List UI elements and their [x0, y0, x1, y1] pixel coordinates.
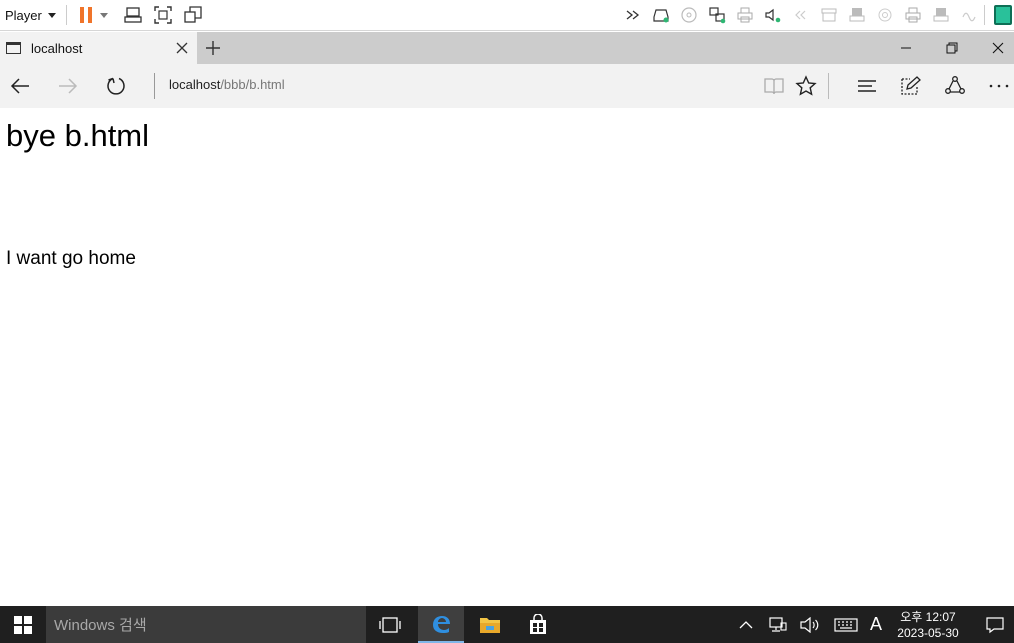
page-heading: bye b.html: [6, 118, 150, 153]
usb-device-icon[interactable]: [930, 4, 952, 26]
navigation-bar: localhost/bbb/b.html: [0, 64, 1014, 108]
forward-arrow-icon[interactable]: [56, 74, 80, 98]
printer-icon[interactable]: [734, 4, 756, 26]
network-adapter-icon[interactable]: [706, 4, 728, 26]
close-tab-icon[interactable]: [174, 40, 190, 56]
more-icon[interactable]: [987, 74, 1011, 98]
action-center-icon[interactable]: [976, 606, 1014, 643]
hard-disk-icon[interactable]: [650, 4, 672, 26]
vmware-toolbar: Player: [0, 0, 1014, 31]
archive-icon[interactable]: [818, 4, 840, 26]
system-clock[interactable]: 오후 12:07 2023-05-30: [889, 609, 967, 641]
store-icon[interactable]: [515, 606, 561, 643]
reading-view-icon[interactable]: [762, 74, 786, 98]
tab-title: localhost: [31, 40, 83, 56]
pause-icon[interactable]: [79, 7, 92, 23]
toolbar-divider: [65, 5, 67, 25]
web-note-icon[interactable]: [898, 74, 922, 98]
tab-strip: localhost: [0, 32, 1014, 64]
taskbar-search-box[interactable]: Windows 검색: [46, 606, 366, 643]
tab-localhost[interactable]: localhost: [0, 32, 197, 64]
keyboard-icon[interactable]: [832, 606, 860, 643]
toolbar-divider: [984, 5, 985, 25]
volume-icon[interactable]: [798, 606, 822, 643]
page-icon: [6, 42, 21, 54]
share-icon[interactable]: [943, 74, 967, 98]
send-ctrl-alt-del-icon[interactable]: [122, 4, 144, 26]
address-bar[interactable]: localhost/bbb/b.html: [169, 77, 285, 92]
player-menu-label: Player: [5, 7, 42, 23]
search-placeholder: Windows 검색: [54, 617, 147, 634]
minimize-icon[interactable]: [883, 32, 929, 64]
player-menu[interactable]: Player: [5, 8, 56, 23]
double-chevron-right-icon[interactable]: [622, 4, 644, 26]
back-arrow-icon[interactable]: [8, 74, 32, 98]
edge-browser-icon[interactable]: [418, 606, 464, 643]
taskbar: Windows 검색 A 오후 12:07 2023-05-30: [0, 606, 1014, 643]
task-view-icon[interactable]: [367, 606, 413, 643]
favorite-star-icon[interactable]: [794, 74, 818, 98]
clock-time: 오후 12:07: [900, 610, 956, 624]
chevron-down-icon: [47, 12, 56, 18]
camera-icon[interactable]: [874, 4, 896, 26]
toolbar-divider: [828, 73, 829, 99]
url-host: localhost: [169, 77, 221, 92]
address-divider: [154, 73, 155, 99]
ime-indicator[interactable]: A: [866, 606, 886, 643]
printer-icon[interactable]: [902, 4, 924, 26]
close-window-icon[interactable]: [975, 32, 1014, 64]
usb-back-icon[interactable]: [790, 4, 812, 26]
refresh-icon[interactable]: [104, 74, 128, 98]
file-explorer-icon[interactable]: [467, 606, 513, 643]
url-path: /bbb/b.html: [220, 77, 285, 92]
notes-icon[interactable]: [994, 5, 1012, 25]
new-tab-icon[interactable]: [204, 39, 222, 57]
clock-date: 2023-05-30: [897, 626, 959, 640]
hub-icon[interactable]: [855, 74, 879, 98]
chevron-up-icon[interactable]: [736, 606, 756, 643]
sound-card-icon[interactable]: [762, 4, 784, 26]
windows-start-icon[interactable]: [0, 606, 46, 643]
restore-icon[interactable]: [929, 32, 975, 64]
fullscreen-icon[interactable]: [152, 4, 174, 26]
unity-mode-icon[interactable]: [182, 4, 204, 26]
page-body-text: I want go home: [6, 248, 136, 269]
cd-drive-icon[interactable]: [678, 4, 700, 26]
bluetooth-icon[interactable]: [958, 4, 980, 26]
usb-device-icon[interactable]: [846, 4, 868, 26]
chevron-down-icon[interactable]: [99, 12, 108, 18]
page-content: bye b.html I want go home: [0, 108, 1014, 606]
network-icon[interactable]: [766, 606, 790, 643]
